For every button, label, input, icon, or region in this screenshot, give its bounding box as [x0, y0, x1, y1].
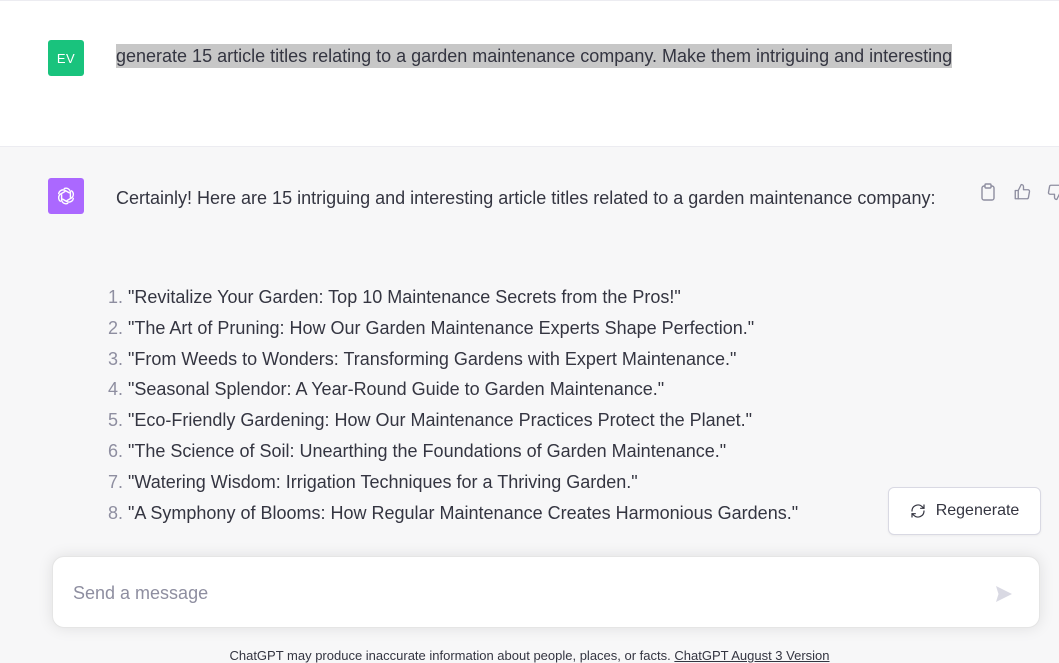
- list-item: 4. "Seasonal Splendor: A Year-Round Guide…: [107, 379, 665, 400]
- copy-button[interactable]: [976, 180, 1000, 204]
- list-item: 3. "From Weeds to Wonders: Transforming G…: [107, 348, 737, 369]
- copy-icon: [981, 183, 995, 201]
- disclaimer-text: ChatGPT may produce inaccurate informati…: [229, 648, 671, 663]
- article-title-list: 1. "Revitalize Your Garden: Top 10 Mainte…: [96, 282, 956, 528]
- message-composer: [52, 556, 1040, 628]
- assistant-avatar: [48, 178, 84, 214]
- user-message-highlight: generate 15 article titles relating to a…: [116, 44, 953, 68]
- message-input[interactable]: [73, 575, 953, 611]
- assistant-intro-text: Certainly! Here are 15 intriguing and in…: [116, 188, 936, 208]
- regenerate-label: Regenerate: [935, 502, 1020, 519]
- version-link[interactable]: ChatGPT August 3 Version: [674, 648, 829, 663]
- thumbs-down-icon: [1047, 184, 1059, 201]
- refresh-icon: [911, 504, 925, 518]
- thumbs-down-button[interactable]: [1044, 180, 1059, 204]
- send-button[interactable]: [989, 579, 1019, 609]
- send-icon: [996, 586, 1012, 602]
- list-item: 7. "Watering Wisdom: Irrigation Technique…: [107, 471, 638, 492]
- list-item: 5. "Eco-Friendly Gardening: How Our Maint…: [107, 410, 753, 431]
- list-item: 6. "The Science of Soil: Unearthing the F…: [107, 440, 727, 461]
- chat-page: EV generate 15 article titles relating t…: [0, 0, 1059, 663]
- thumbs-up-icon: [1014, 183, 1031, 200]
- user-message-row: EV generate 15 article titles relating t…: [0, 0, 1059, 147]
- thumbs-up-button[interactable]: [1010, 180, 1034, 204]
- user-message-text: generate 15 article titles relating to a…: [116, 42, 956, 71]
- list-item: 8. "A Symphony of Blooms: How Regular Mai…: [107, 502, 799, 523]
- openai-logo-icon: [57, 187, 75, 205]
- list-item: 2. "The Art of Pruning: How Our Garden Ma…: [107, 317, 755, 338]
- footer-disclaimer: ChatGPT may produce inaccurate informati…: [0, 648, 1059, 663]
- user-avatar: EV: [48, 40, 84, 76]
- message-actions: [976, 180, 1059, 204]
- regenerate-button[interactable]: Regenerate: [888, 487, 1041, 535]
- list-item: 1. "Revitalize Your Garden: Top 10 Mainte…: [107, 287, 681, 307]
